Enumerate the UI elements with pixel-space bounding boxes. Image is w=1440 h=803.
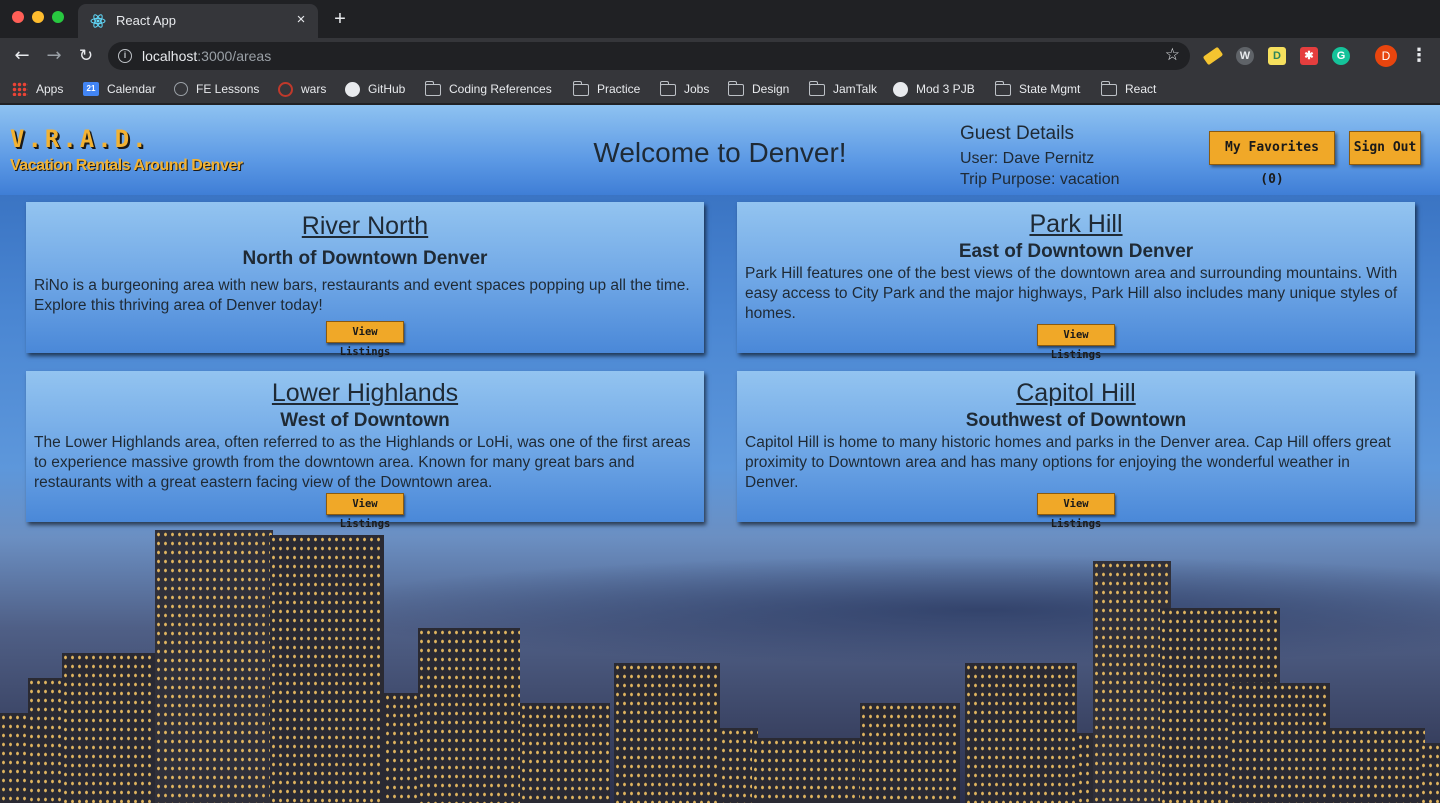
close-window-button[interactable] [12, 11, 24, 23]
bookmark-label: Jobs [684, 82, 710, 96]
lessons-icon [174, 82, 188, 96]
guest-trip-purpose: Trip Purpose: vacation [960, 171, 1120, 188]
folder-icon [994, 80, 1011, 96]
bookmark-apps[interactable]: Apps [12, 80, 63, 98]
area-location: West of Downtown [280, 410, 450, 431]
bookmark-react[interactable]: React [1100, 80, 1157, 98]
bookmark-practice[interactable]: Practice [572, 80, 641, 98]
area-card-capitol-hill: Capitol Hill Southwest of Downtown Capit… [737, 371, 1415, 530]
minimize-window-button[interactable] [32, 11, 44, 23]
bookmark-design[interactable]: Design [727, 80, 790, 98]
bookmark-label: Apps [36, 82, 64, 96]
bookmark-github[interactable]: GitHub [345, 80, 405, 98]
bookmark-label: Practice [597, 82, 641, 96]
bookmark-fe-lessons[interactable]: FE Lessons [174, 80, 259, 98]
bookmark-jamtalk[interactable]: JamTalk [808, 80, 878, 98]
browser-tab[interactable]: React App × [78, 4, 318, 38]
area-card-river-north: River North North of Downtown Denver RiN… [26, 202, 704, 358]
vimeo-extension-icon[interactable]: W [1236, 47, 1254, 65]
area-description: Capitol Hill is home to many historic ho… [745, 434, 1391, 491]
area-name[interactable]: River North [26, 212, 704, 241]
bookmark-label: Mod 3 PJB [916, 82, 975, 96]
guest-user: User: Dave Pernitz [960, 150, 1095, 167]
bookmark-label: wars [301, 82, 327, 96]
d-extension-icon[interactable]: D [1268, 47, 1286, 65]
calendar-icon: 21 [83, 82, 99, 96]
guest-details-title: Guest Details [960, 123, 1075, 144]
view-listings-button[interactable]: View Listings [326, 321, 404, 358]
area-card-park-hill: Park Hill East of Downtown Denver Park H… [737, 202, 1415, 361]
bookmark-state-mgmt[interactable]: State Mgmt [994, 80, 1081, 98]
profile-avatar[interactable]: D [1375, 45, 1397, 67]
bookmark-jobs[interactable]: Jobs [659, 80, 710, 98]
folder-icon [808, 80, 825, 96]
browser-tab-bar: React App × + [0, 0, 1440, 38]
forward-arrow-icon[interactable]: → [42, 44, 66, 68]
react-icon [90, 14, 106, 28]
folder-icon [424, 80, 441, 96]
area-name[interactable]: Lower Highlands [26, 379, 704, 408]
denver-skyline-background [0, 510, 1440, 803]
url-path: :3000/areas [197, 48, 272, 64]
folder-icon [659, 80, 676, 96]
bookmark-label: Calendar [107, 82, 156, 96]
bookmark-label: GitHub [368, 82, 406, 96]
folder-icon [1100, 80, 1117, 96]
address-bar[interactable]: i localhost:3000/areas ☆ [108, 42, 1190, 70]
folder-icon [727, 80, 744, 96]
bookmark-label: Design [752, 82, 790, 96]
reload-icon[interactable]: ↻ [74, 44, 98, 68]
bookmark-label: React [1125, 82, 1157, 96]
highlighter-icon[interactable] [1202, 46, 1224, 66]
bookmark-star-icon[interactable]: ☆ [1165, 45, 1180, 65]
url-text[interactable]: localhost:3000/areas [142, 48, 271, 64]
folder-icon [572, 80, 589, 96]
area-name[interactable]: Park Hill [737, 210, 1415, 239]
area-location: Southwest of Downtown [965, 410, 1187, 431]
area-card-lower-highlands: Lower Highlands West of Downtown The Low… [26, 371, 704, 530]
more-menu-icon[interactable]: ⋮ [1410, 44, 1428, 68]
back-arrow-icon[interactable]: ← [10, 44, 34, 68]
bookmark-label: Coding References [449, 82, 552, 96]
my-favorites-button[interactable]: My Favorites (0) [1209, 131, 1335, 187]
bookmark-calendar[interactable]: 21 Calendar [83, 80, 156, 98]
bookmark-coding-references[interactable]: Coding References [424, 80, 552, 98]
app-header: V.R.A.D. Vacation Rentals Around Denver … [0, 105, 1440, 195]
bookmark-label: JamTalk [833, 82, 878, 96]
apps-grid-icon [12, 82, 28, 96]
red-extension-icon[interactable]: ✱ [1300, 47, 1318, 65]
browser-toolbar: ← → ↻ i localhost:3000/areas ☆ W D ✱ G D… [0, 38, 1440, 74]
github-icon [893, 81, 908, 97]
area-description: RiNo is a burgeoning area with new bars,… [34, 277, 690, 314]
view-listings-button[interactable]: View Listings [1037, 493, 1115, 530]
area-description: The Lower Highlands area, often referred… [34, 434, 691, 491]
area-description: Park Hill features one of the best views… [745, 265, 1398, 322]
codewars-icon [278, 81, 293, 97]
page-viewport: V.R.A.D. Vacation Rentals Around Denver … [0, 105, 1440, 803]
view-listings-button[interactable]: View Listings [326, 493, 404, 530]
new-tab-button[interactable]: + [330, 9, 350, 29]
bookmark-wars[interactable]: wars [278, 80, 326, 98]
bookmark-mod-3-pjb[interactable]: Mod 3 PJB [893, 80, 975, 98]
grammarly-icon[interactable]: G [1332, 47, 1350, 65]
github-icon [345, 81, 360, 97]
tab-close-icon[interactable]: × [292, 11, 310, 29]
site-info-icon[interactable]: i [118, 49, 132, 63]
view-listings-button[interactable]: View Listings [1037, 324, 1115, 361]
area-location: North of Downtown Denver [242, 248, 488, 269]
area-name[interactable]: Capitol Hill [737, 379, 1415, 408]
area-location: East of Downtown Denver [958, 241, 1194, 262]
bookmark-label: State Mgmt [1019, 82, 1081, 96]
tab-title: React App [116, 13, 176, 28]
bookmarks-bar: Apps 21 Calendar FE Lessons wars GitHub … [0, 74, 1440, 104]
url-host: localhost [142, 48, 198, 64]
sign-out-button[interactable]: Sign Out [1349, 131, 1421, 165]
bookmark-label: FE Lessons [196, 82, 260, 96]
maximize-window-button[interactable] [52, 11, 64, 23]
